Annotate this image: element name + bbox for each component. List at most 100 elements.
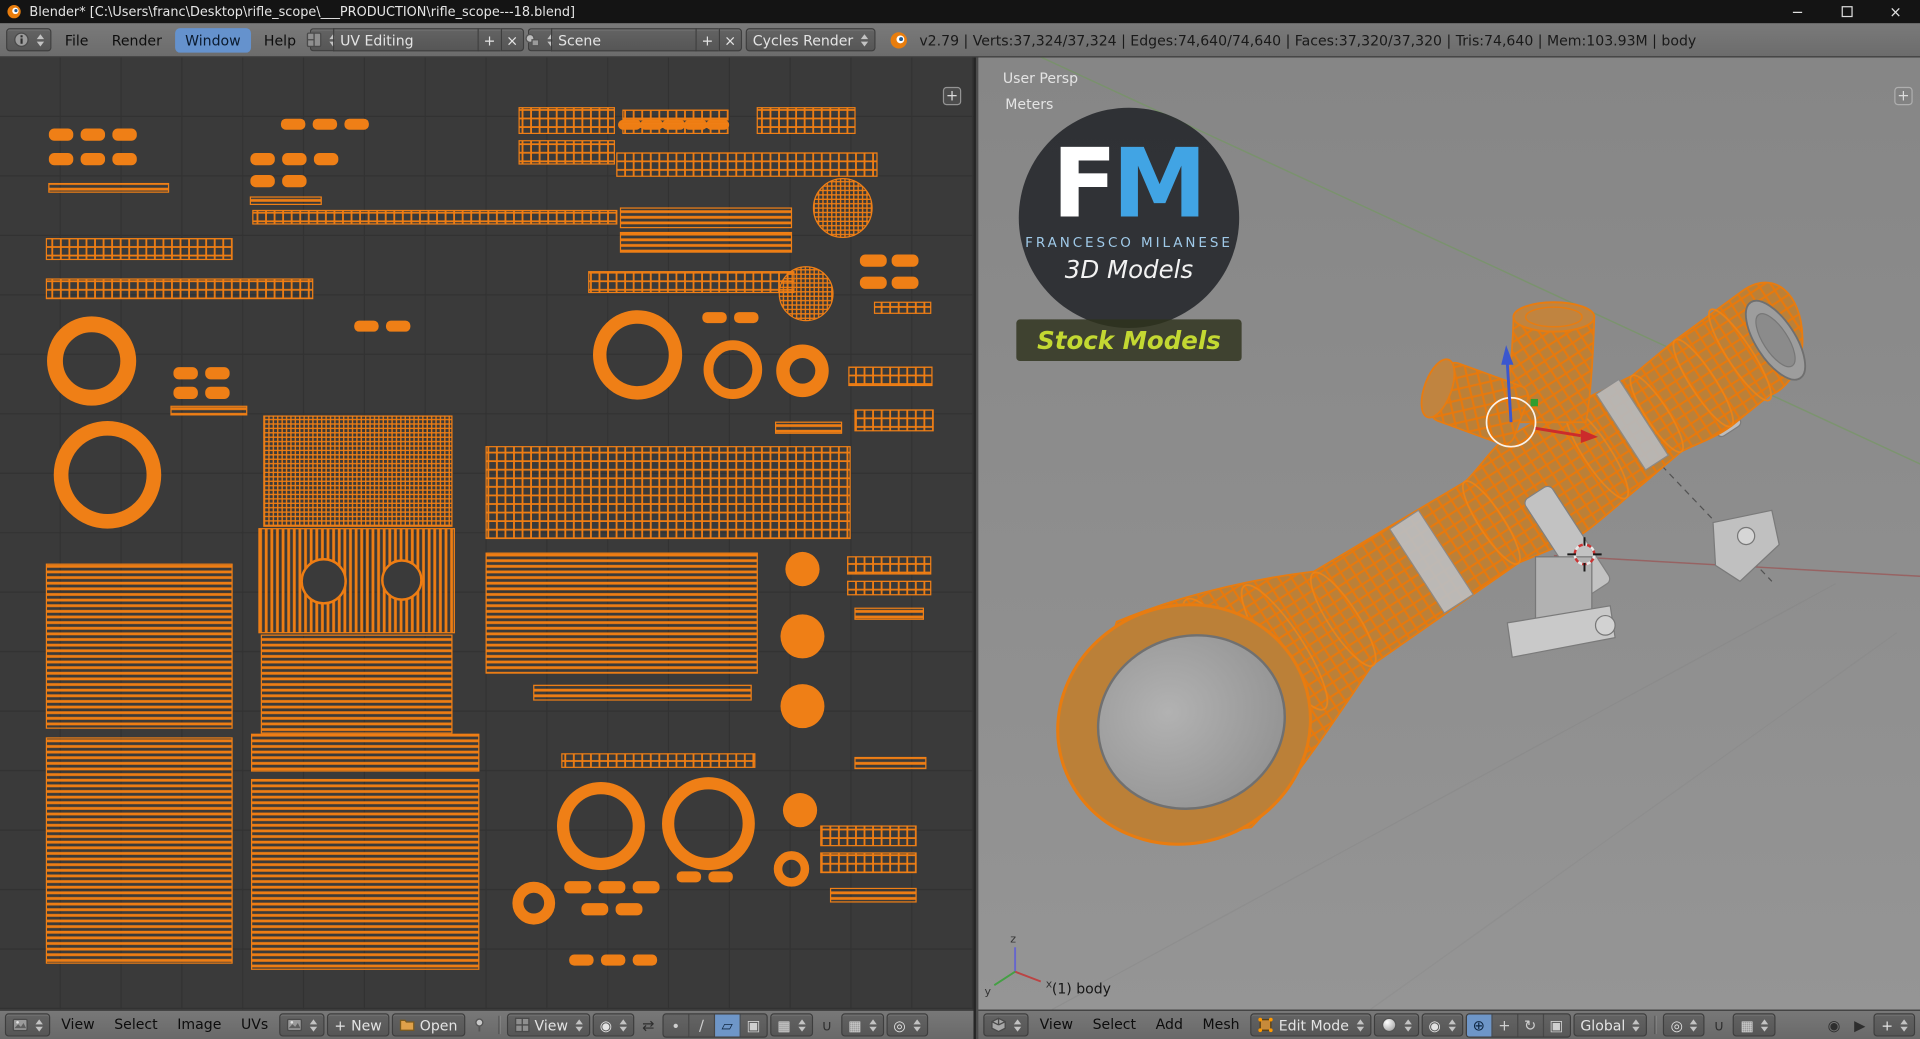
region-expand-button[interactable]: + (1894, 86, 1913, 106)
opengl-render-image-button[interactable]: ◉ (1822, 1014, 1845, 1036)
close-button[interactable]: × (1871, 0, 1920, 23)
watermark-logo: FM FRANCESCO MILANESE 3D Models Stock Mo… (1016, 107, 1242, 362)
viewport-canvas-svg[interactable]: FM FRANCESCO MILANESE 3D Models Stock Mo… (978, 57, 1920, 1010)
transform-orientation-dropdown[interactable]: Global (1573, 1013, 1648, 1037)
manipulator-toggle-button[interactable]: ⊕ (1466, 1013, 1493, 1036)
scene-add-button[interactable]: + (695, 28, 719, 52)
uv-menu-image[interactable]: Image (169, 1011, 230, 1039)
snap-element-icon: ▦ (848, 1016, 862, 1034)
uv-view-dropdown[interactable]: View (506, 1013, 591, 1037)
rotate-manipulator-button[interactable]: ↻ (1518, 1013, 1544, 1036)
pivot-dropdown[interactable]: ◉ (1421, 1013, 1463, 1037)
scale-manipulator-button[interactable]: ▣ (1544, 1014, 1570, 1036)
island-mode-icon: ▣ (746, 1016, 761, 1034)
snap-element-dropdown[interactable]: ▦ (840, 1013, 884, 1037)
view-name-label: User Persp (1003, 71, 1078, 87)
opengl-render-anim-button[interactable]: ▶ (1848, 1014, 1871, 1036)
mode-dropdown[interactable]: Edit Mode (1250, 1013, 1371, 1037)
uv-sync-toggle[interactable]: ⇄ (637, 1014, 660, 1036)
new-image-button[interactable]: + New (327, 1013, 390, 1037)
edge-select-mode-button[interactable]: ∕ (689, 1013, 715, 1036)
render-anim-icon: ▶ (1854, 1016, 1866, 1034)
render-still-icon: ◉ (1827, 1016, 1841, 1034)
chevron-updown-icon (913, 1018, 921, 1032)
render-engine-dropdown[interactable]: Cycles Render (745, 28, 876, 52)
chevron-updown-icon (1448, 1018, 1456, 1032)
editor-type-button[interactable] (4, 1013, 51, 1037)
menu-help[interactable]: Help (254, 28, 306, 52)
close-icon: × (506, 31, 519, 49)
pivot-icon: ◉ (599, 1016, 613, 1034)
shading-sphere-icon (1381, 1017, 1396, 1033)
uv-canvas-svg[interactable] (0, 57, 974, 1010)
svg-text:FRANCESCO MILANESE: FRANCESCO MILANESE (1025, 236, 1233, 251)
image-datablock-browse-button[interactable] (279, 1013, 325, 1037)
chevron-updown-icon (1761, 1018, 1769, 1032)
uv-editor-pane: + View Select Image UVs + New Open View … (0, 57, 976, 1039)
edge-mode-icon: ∕ (699, 1016, 704, 1034)
info-editor-type-button[interactable] (6, 28, 52, 52)
vp-menu-select[interactable]: Select (1084, 1011, 1145, 1039)
region-expand-button[interactable]: + (942, 86, 962, 106)
scene-icon (525, 33, 540, 47)
screen-layout-delete-button[interactable]: × (500, 28, 524, 52)
screen-layout-name[interactable]: UV Editing (332, 28, 478, 52)
scene-delete-button[interactable]: × (718, 28, 742, 52)
scale-icon: ▣ (1549, 1016, 1564, 1034)
header-extra-button[interactable]: + (1873, 1013, 1916, 1037)
plus-icon: + (334, 1016, 347, 1034)
screen-layout-icon (307, 32, 322, 48)
svg-text:y: y (984, 985, 991, 998)
menu-file[interactable]: File (55, 28, 98, 52)
vertex-select-mode-button[interactable]: ∙ (664, 1013, 690, 1036)
svg-text:z: z (1010, 932, 1016, 945)
image-icon (287, 1018, 303, 1032)
uv-menu-view[interactable]: View (53, 1011, 104, 1039)
screen-layout-browse-button[interactable] (307, 28, 338, 52)
uv-menu-uvs[interactable]: UVs (232, 1011, 276, 1039)
scene-browse-button[interactable] (525, 28, 556, 52)
pivot-dropdown[interactable]: ◉ (592, 1013, 635, 1037)
minimize-button[interactable]: − (1773, 0, 1822, 23)
vp-menu-add[interactable]: Add (1147, 1011, 1191, 1039)
editor-type-button[interactable] (983, 1013, 1029, 1037)
proportional-icon: ◎ (1670, 1016, 1683, 1034)
svg-text:Stock Models: Stock Models (1037, 326, 1221, 355)
rotate-icon: ↻ (1524, 1016, 1537, 1034)
chevron-updown-icon (1690, 1018, 1698, 1032)
image-editor-icon (12, 1018, 28, 1032)
magnet-icon: ∪ (821, 1016, 833, 1034)
sticky-selection-dropdown[interactable]: ▦ (770, 1013, 813, 1037)
translate-manipulator-button[interactable]: + (1492, 1013, 1518, 1036)
menu-window[interactable]: Window (175, 27, 251, 53)
snap-toggle-button[interactable]: ∪ (815, 1014, 838, 1036)
vp-menu-view[interactable]: View (1031, 1011, 1082, 1039)
uv-menu-select[interactable]: Select (106, 1011, 167, 1039)
snap-element-dropdown[interactable]: ▦ (1733, 1013, 1776, 1037)
scene-selector: Scene + × (525, 28, 742, 52)
scene-name[interactable]: Scene (550, 28, 696, 52)
viewport-shading-dropdown[interactable] (1373, 1013, 1419, 1037)
maximize-button[interactable] (1822, 0, 1871, 23)
island-select-mode-button[interactable]: ▣ (741, 1014, 767, 1036)
proportional-edit-dropdown[interactable]: ◎ (886, 1013, 928, 1037)
pin-button[interactable] (467, 1014, 490, 1036)
proportional-edit-dropdown[interactable]: ◎ (1663, 1013, 1705, 1037)
vp-menu-mesh[interactable]: Mesh (1194, 1011, 1248, 1039)
sticky-icon: ▦ (777, 1016, 791, 1034)
info-header: File Render Window Help UV Editing + × S… (0, 23, 1920, 58)
open-image-button[interactable]: Open (391, 1013, 465, 1037)
plus-icon: + (483, 31, 496, 49)
chevron-updown-icon (1356, 1018, 1364, 1032)
uv-editor-canvas[interactable]: + (0, 57, 974, 1010)
menu-render[interactable]: Render (102, 28, 172, 52)
face-select-mode-button[interactable]: ▱ (714, 1013, 741, 1036)
snap-toggle-button[interactable]: ∪ (1707, 1014, 1730, 1036)
screen-layout-add-button[interactable]: + (477, 28, 501, 52)
pivot-icon: ◉ (1428, 1016, 1441, 1034)
chevron-updown-icon (1013, 1018, 1022, 1032)
blender-logo-icon (7, 4, 21, 19)
plus-icon: + (1881, 1016, 1894, 1034)
3d-viewport-icon (991, 1017, 1006, 1033)
viewport-3d-canvas[interactable]: FM FRANCESCO MILANESE 3D Models Stock Mo… (978, 57, 1920, 1010)
